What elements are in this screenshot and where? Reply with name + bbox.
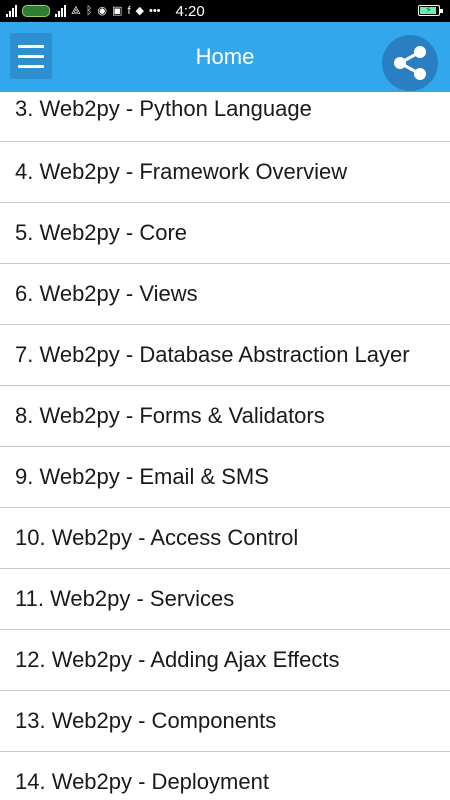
signal-icon	[6, 5, 17, 17]
list-item-label: 14. Web2py - Deployment	[15, 769, 269, 794]
signal-icon	[55, 5, 66, 17]
list-item[interactable]: 13. Web2py - Components	[0, 691, 450, 752]
list-item-label: 4. Web2py - Framework Overview	[15, 159, 348, 184]
more-dots-icon: •••	[148, 4, 161, 17]
list-item-label: 10. Web2py - Access Control	[15, 525, 299, 550]
list-item-label: 9. Web2py - Email & SMS	[15, 464, 269, 489]
app-bar: Home	[0, 22, 450, 92]
list-item[interactable]: 7. Web2py - Database Abstraction Layer	[0, 325, 450, 386]
facebook-icon: f	[127, 4, 131, 17]
list-item[interactable]: 6. Web2py - Views	[0, 264, 450, 325]
bluetooth-icon: ᛒ	[85, 4, 93, 17]
list-item[interactable]: 14. Web2py - Deployment	[0, 752, 450, 800]
list-item-label: 6. Web2py - Views	[15, 281, 198, 306]
list-item-label: 3. Web2py - Python Language	[15, 96, 312, 121]
shield-icon: ◆	[135, 4, 144, 17]
list-item[interactable]: 11. Web2py - Services	[0, 569, 450, 630]
messenger-icon: ◉	[97, 4, 108, 17]
carrier-logo-icon	[22, 5, 50, 17]
share-icon[interactable]	[382, 35, 438, 91]
list-item-label: 8. Web2py - Forms & Validators	[15, 403, 325, 428]
list-item[interactable]: 9. Web2py - Email & SMS	[0, 447, 450, 508]
list-item[interactable]: 8. Web2py - Forms & Validators	[0, 386, 450, 447]
list-item[interactable]: 10. Web2py - Access Control	[0, 508, 450, 569]
list-item[interactable]: 12. Web2py - Adding Ajax Effects	[0, 630, 450, 691]
instagram-icon: ▣	[112, 4, 123, 17]
list-item-label: 7. Web2py - Database Abstraction Layer	[15, 342, 410, 367]
list-item-label: 11. Web2py - Services	[15, 586, 235, 611]
chapter-list: 3. Web2py - Python Language 4. Web2py - …	[0, 92, 450, 800]
status-icons: ⟁ ᛒ ◉ ▣ f ◆ ••• 4:20	[6, 3, 205, 20]
list-item-label: 12. Web2py - Adding Ajax Effects	[15, 647, 340, 672]
battery-charging-icon: ⚡	[418, 5, 443, 16]
list-item-label: 5. Web2py - Core	[15, 220, 188, 245]
list-item[interactable]: 3. Web2py - Python Language	[0, 92, 450, 142]
list-item[interactable]: 5. Web2py - Core	[0, 203, 450, 264]
list-item[interactable]: 4. Web2py - Framework Overview	[0, 142, 450, 203]
network-icon: ⟁	[71, 4, 81, 17]
status-bar: ⟁ ᛒ ◉ ▣ f ◆ ••• 4:20 ⚡	[0, 0, 450, 22]
list-item-label: 13. Web2py - Components	[15, 708, 277, 733]
status-time: 4:20	[175, 2, 205, 20]
